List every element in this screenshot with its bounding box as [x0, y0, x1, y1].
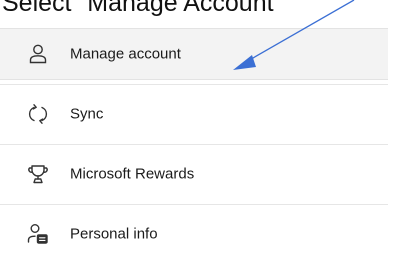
screenshot-stage: Select "Manage Account" Manage account S…: [0, 0, 400, 256]
sync-icon: [26, 102, 50, 126]
menu-item-label: Microsoft Rewards: [70, 165, 195, 183]
divider: [0, 144, 388, 145]
menu-item-personal-info[interactable]: Personal info: [0, 208, 388, 256]
divider: [0, 204, 388, 205]
person-icon: [26, 42, 50, 66]
personal-info-icon: [26, 222, 50, 246]
menu-item-label: Personal info: [70, 225, 158, 243]
menu-item-manage-account[interactable]: Manage account: [0, 28, 388, 80]
menu-item-label: Manage account: [70, 45, 181, 63]
instruction-caption: Select "Manage Account": [2, 0, 283, 17]
menu-item-label: Sync: [70, 105, 104, 123]
account-menu: Manage account Sync Microsoft Rewards Pe…: [0, 24, 388, 256]
rewards-trophy-icon: [26, 162, 50, 186]
menu-item-sync[interactable]: Sync: [0, 88, 388, 140]
menu-item-microsoft-rewards[interactable]: Microsoft Rewards: [0, 148, 388, 200]
divider: [0, 84, 388, 85]
